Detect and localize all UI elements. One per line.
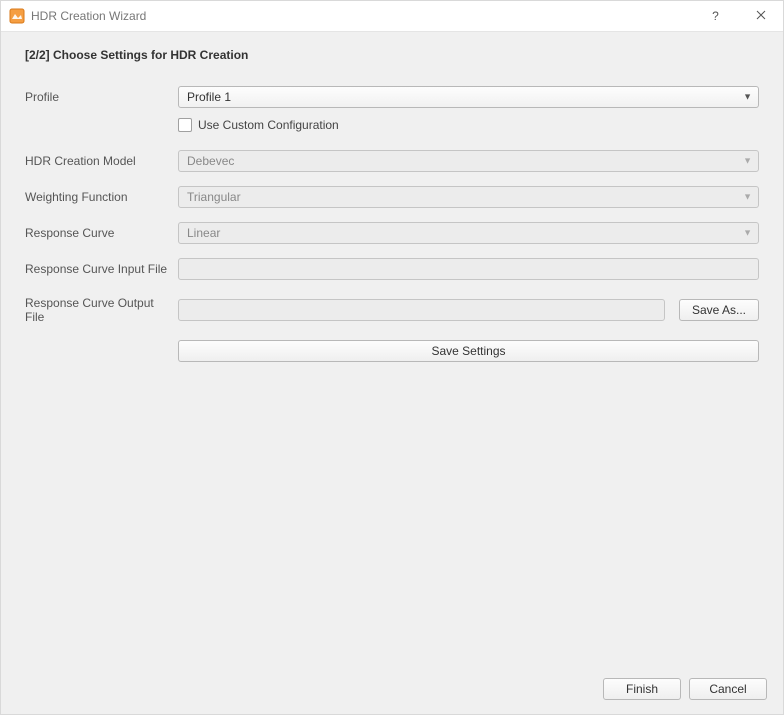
save-settings-button[interactable]: Save Settings: [178, 340, 759, 362]
model-label: HDR Creation Model: [25, 148, 170, 174]
save-settings-label: Save Settings: [431, 344, 505, 358]
app-icon: [9, 8, 25, 24]
weighting-value: Triangular: [187, 190, 241, 204]
custom-config-checkbox[interactable]: [178, 118, 192, 132]
window: HDR Creation Wizard ? [2/2] Choose Setti…: [0, 0, 784, 715]
titlebar: HDR Creation Wizard ?: [1, 1, 783, 32]
form: Profile Profile 1 ▼ Use Custom Configura…: [25, 82, 759, 366]
help-icon: ?: [712, 9, 719, 23]
profile-combo[interactable]: Profile 1 ▼: [178, 86, 759, 108]
model-value: Debevec: [187, 154, 234, 168]
curve-output-field[interactable]: [178, 299, 665, 321]
profile-value: Profile 1: [187, 90, 231, 104]
content: [2/2] Choose Settings for HDR Creation P…: [1, 32, 783, 664]
close-button[interactable]: [738, 1, 783, 31]
weighting-combo[interactable]: Triangular ▼: [178, 186, 759, 208]
curve-input-field[interactable]: [178, 258, 759, 280]
curve-output-label: Response Curve Output File: [25, 290, 170, 330]
close-icon: [756, 9, 766, 23]
weighting-label: Weighting Function: [25, 184, 170, 210]
step-title: [2/2] Choose Settings for HDR Creation: [25, 48, 759, 62]
chevron-down-icon: ▼: [743, 193, 752, 202]
model-combo[interactable]: Debevec ▼: [178, 150, 759, 172]
cancel-label: Cancel: [709, 682, 746, 696]
custom-config-label: Use Custom Configuration: [198, 118, 339, 132]
footer: Finish Cancel: [1, 664, 783, 714]
finish-label: Finish: [626, 682, 658, 696]
response-curve-value: Linear: [187, 226, 220, 240]
chevron-down-icon: ▼: [743, 157, 752, 166]
curve-input-label: Response Curve Input File: [25, 256, 170, 282]
save-as-button[interactable]: Save As...: [679, 299, 759, 321]
finish-button[interactable]: Finish: [603, 678, 681, 700]
save-as-label: Save As...: [692, 303, 746, 317]
profile-label: Profile: [25, 84, 170, 110]
chevron-down-icon: ▼: [743, 93, 752, 102]
help-button[interactable]: ?: [693, 1, 738, 31]
response-curve-label: Response Curve: [25, 220, 170, 246]
window-title: HDR Creation Wizard: [31, 9, 146, 23]
cancel-button[interactable]: Cancel: [689, 678, 767, 700]
response-curve-combo[interactable]: Linear ▼: [178, 222, 759, 244]
chevron-down-icon: ▼: [743, 229, 752, 238]
